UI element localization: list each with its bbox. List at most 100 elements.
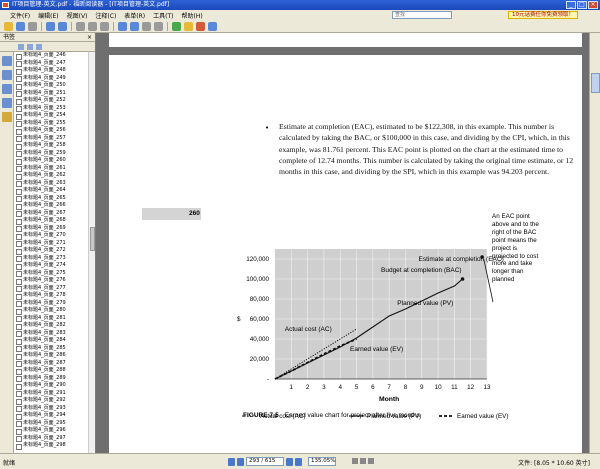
bookmark-item[interactable]: 未标题4_页面_272 [14,247,89,255]
close-button[interactable]: × [588,1,598,9]
bookmark-item[interactable]: 未标题4_页面_285 [14,345,89,353]
close-panel-icon[interactable]: × [87,33,92,42]
document-scroll-thumb[interactable] [591,73,600,93]
bookmark-item[interactable]: 未标题4_页面_254 [14,112,89,120]
bookmark-item[interactable]: 未标题4_页面_278 [14,292,89,300]
document-scrollbar[interactable] [589,33,600,453]
bookmark-item[interactable]: 未标题4_页面_255 [14,120,89,128]
bookmark-item[interactable]: 未标题4_页面_279 [14,300,89,308]
save-icon[interactable] [16,21,25,31]
maximize-button[interactable]: □ [577,1,587,9]
bookmark-item[interactable]: 未标题4_页面_261 [14,165,89,173]
bookmark-item[interactable]: 未标题4_页面_266 [14,202,89,210]
select-text-icon[interactable] [88,21,97,31]
expand-icon[interactable] [18,43,24,50]
bookmark-item[interactable]: 未标题4_页面_293 [14,405,89,413]
bookmark-item[interactable]: 未标题4_页面_268 [14,217,89,225]
bookmark-item[interactable]: 未标题4_页面_257 [14,135,89,143]
bookmark-item[interactable]: 未标题4_页面_287 [14,360,89,368]
zoom-out-icon[interactable] [130,21,139,31]
menu-view[interactable]: 视图(V) [67,11,88,20]
comments-tab-icon[interactable] [2,98,12,108]
bookmark-item[interactable]: 未标题4_页面_283 [14,330,89,338]
continuous-icon[interactable] [360,458,366,464]
attachments-tab-icon[interactable] [2,112,12,122]
bookmark-item[interactable]: 未标题4_页面_281 [14,315,89,323]
forward-icon[interactable] [58,21,67,31]
bookmark-item[interactable]: 未标题4_页面_290 [14,382,89,390]
fit-page-icon[interactable] [142,21,151,31]
bookmark-item[interactable]: 未标题4_页面_253 [14,105,89,113]
zoom-input[interactable]: 135.05% [308,457,336,466]
bookmark-item[interactable]: 未标题4_页面_296 [14,427,89,435]
bookmark-item[interactable]: 未标题4_页面_270 [14,232,89,240]
bookmark-item[interactable]: 未标题4_页面_276 [14,277,89,285]
bookmark-item[interactable]: 未标题4_页面_269 [14,225,89,233]
add-bookmark-icon[interactable] [27,43,33,50]
bookmark-item[interactable]: 未标题4_页面_258 [14,142,89,150]
highlight-icon[interactable] [196,21,205,31]
bookmark-item[interactable]: 未标题4_页面_262 [14,172,89,180]
bookmark-item[interactable]: 未标题4_页面_259 [14,150,89,158]
bookmark-item[interactable]: 未标题4_页面_250 [14,82,89,90]
search-input[interactable]: 查找 [392,11,452,19]
bookmark-item[interactable]: 未标题4_页面_249 [14,75,89,83]
fit-width-icon[interactable] [154,21,163,31]
menu-edit[interactable]: 编辑(E) [38,11,58,20]
open-icon[interactable] [4,21,13,31]
bookmark-item[interactable]: 未标题4_页面_246 [14,52,89,60]
bookmark-scroll-thumb[interactable] [90,227,95,251]
bookmark-item[interactable]: 未标题4_页面_280 [14,307,89,315]
last-page-icon[interactable] [295,457,302,466]
rotate-icon[interactable] [172,21,181,31]
bookmark-item[interactable]: 未标题4_页面_271 [14,240,89,248]
menu-file[interactable]: 文件(F) [10,11,30,20]
bookmark-item[interactable]: 未标题4_页面_273 [14,255,89,263]
bookmark-item[interactable]: 未标题4_页面_286 [14,352,89,360]
print-icon[interactable] [28,21,37,31]
facing-icon[interactable] [368,458,374,464]
next-page-icon[interactable] [286,457,293,466]
first-page-icon[interactable] [228,457,235,466]
hand-tool-icon[interactable] [76,21,85,31]
bookmark-item[interactable]: 未标题4_页面_248 [14,67,89,75]
menu-help[interactable]: 帮助(H) [182,11,203,20]
menu-form[interactable]: 表单(R) [124,11,145,20]
bookmark-tab-icon[interactable] [2,56,12,66]
bookmark-item[interactable]: 未标题4_页面_265 [14,195,89,203]
bookmark-item[interactable]: 未标题4_页面_292 [14,397,89,405]
bookmark-item[interactable]: 未标题4_页面_288 [14,367,89,375]
bookmark-item[interactable]: 未标题4_页面_252 [14,97,89,105]
bookmark-item[interactable]: 未标题4_页面_264 [14,187,89,195]
layers-tab-icon[interactable] [2,84,12,94]
snapshot-icon[interactable] [100,21,109,31]
menu-comment[interactable]: 注释(C) [95,11,116,20]
bookmark-item[interactable]: 未标题4_页面_289 [14,375,89,383]
typewriter-icon[interactable] [208,21,217,31]
bookmark-item[interactable]: 未标题4_页面_284 [14,337,89,345]
comment-icon[interactable] [184,21,193,31]
bookmark-item[interactable]: 未标题4_页面_297 [14,435,89,443]
bookmark-item[interactable]: 未标题4_页面_295 [14,420,89,428]
bookmark-item[interactable]: 未标题4_页面_294 [14,412,89,420]
bookmark-item[interactable]: 未标题4_页面_277 [14,285,89,293]
bookmark-item[interactable]: 未标题4_页面_298 [14,442,89,450]
single-page-icon[interactable] [352,458,358,464]
bookmark-item[interactable]: 未标题4_页面_282 [14,322,89,330]
prev-page-icon[interactable] [237,457,244,466]
pages-tab-icon[interactable] [2,70,12,80]
bookmark-item[interactable]: 未标题4_页面_247 [14,60,89,68]
page-number-input[interactable]: 293 / 615 [246,457,284,466]
bookmark-item[interactable]: 未标题4_页面_263 [14,180,89,188]
bookmark-item[interactable]: 未标题4_页面_275 [14,270,89,278]
back-icon[interactable] [46,21,55,31]
bookmark-item[interactable]: 未标题4_页面_251 [14,90,89,98]
ad-banner[interactable]: 10元话费任你免费领取！ [508,11,578,19]
menu-tools[interactable]: 工具(T) [153,11,173,20]
bookmark-item[interactable]: 未标题4_页面_291 [14,390,89,398]
zoom-in-icon[interactable] [118,21,127,31]
bookmark-item[interactable]: 未标题4_页面_260 [14,157,89,165]
bookmark-item[interactable]: 未标题4_页面_256 [14,127,89,135]
minimize-button[interactable]: _ [566,1,576,9]
bookmark-item[interactable]: 未标题4_页面_267 [14,210,89,218]
